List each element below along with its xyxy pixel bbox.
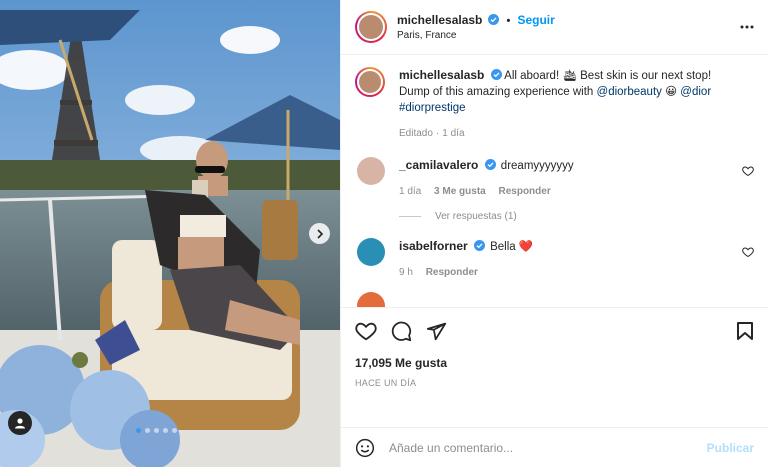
reply-button[interactable]: Responder — [499, 186, 551, 197]
more-horizontal-icon — [740, 25, 754, 29]
comment-time: 1 día — [399, 186, 422, 197]
like-comment-heart-icon[interactable] — [742, 165, 754, 177]
verified-badge-icon — [473, 240, 485, 251]
chevron-right-icon — [316, 228, 323, 239]
comments-list[interactable]: michellesalasb All aboard! 🛳 Best skin i… — [341, 55, 768, 307]
share-paper-plane-icon[interactable] — [426, 321, 447, 342]
comment-body: dreamyyyyyyy — [500, 160, 574, 172]
next-slide-button[interactable] — [309, 223, 330, 244]
likes-count[interactable]: 17,095 Me gusta — [355, 356, 754, 370]
save-bookmark-icon[interactable] — [736, 321, 754, 341]
comment-username[interactable]: _camilavalero — [399, 158, 478, 172]
comment-meta: 1 día 3 Me gusta Responder — [399, 186, 734, 197]
comment-bubble-icon[interactable] — [391, 321, 412, 342]
caption-body-mid: 😀 — [661, 86, 681, 98]
post-actions: 17,095 Me gusta HACE UN DÍA — [341, 307, 768, 427]
red-heart-emoji: ❤️ — [518, 241, 534, 253]
comment-partial — [355, 292, 754, 307]
post-date: HACE UN DÍA — [355, 378, 417, 388]
comment-input[interactable] — [389, 440, 707, 455]
verified-badge-icon — [484, 159, 496, 170]
edited-label: Editado — [399, 128, 433, 139]
user-icon — [15, 418, 25, 429]
carousel-dot-active — [136, 428, 141, 433]
verified-badge-icon — [488, 14, 500, 25]
comment-time: 9 h — [399, 267, 413, 278]
post-details-panel: michellesalasb • Seguir Paris, France mi… — [340, 0, 768, 467]
separator-dot: • — [506, 15, 511, 27]
carousel-dot — [172, 428, 177, 433]
mention-dior[interactable]: @dior — [680, 86, 711, 98]
view-replies-label: Ver respuestas (1) — [435, 211, 517, 222]
comment-avatar[interactable] — [357, 238, 385, 266]
publish-button[interactable]: Publicar — [707, 441, 754, 455]
caption-time: 1 día — [442, 128, 465, 139]
caption-author-avatar[interactable] — [355, 67, 385, 97]
caption-meta: Editado · 1 día — [399, 128, 734, 139]
author-avatar[interactable] — [355, 11, 387, 43]
post-header: michellesalasb • Seguir Paris, France — [341, 0, 768, 55]
like-comment-heart-icon[interactable] — [742, 246, 754, 258]
carousel-indicator — [136, 428, 177, 433]
view-replies-button[interactable]: Ver respuestas (1) — [399, 211, 754, 222]
reply-button[interactable]: Responder — [426, 267, 478, 278]
hashtag-diorprestige[interactable]: #diorprestige — [399, 102, 465, 114]
emoji-picker-icon[interactable] — [355, 438, 375, 458]
post-location[interactable]: Paris, France — [397, 30, 555, 41]
comment-body: Bella — [490, 241, 519, 253]
author-username[interactable]: michellesalasb — [397, 13, 482, 27]
comment-avatar[interactable] — [357, 157, 385, 185]
follow-button[interactable]: Seguir — [517, 13, 554, 27]
carousel-dot — [154, 428, 159, 433]
comment-likes[interactable]: 3 Me gusta — [434, 186, 486, 197]
author-meta: michellesalasb • Seguir Paris, France — [397, 13, 555, 41]
post-image[interactable] — [0, 0, 340, 467]
caption: michellesalasb All aboard! 🛳 Best skin i… — [355, 67, 754, 139]
separator-dot: · — [435, 128, 440, 139]
comment: _camilavalero dreamyyyyyyy 1 día 3 Me gu… — [355, 157, 754, 197]
replies-divider — [399, 216, 421, 217]
add-comment-bar: Publicar — [341, 427, 768, 467]
tagged-users-button[interactable] — [8, 411, 32, 435]
more-options-button[interactable] — [740, 20, 754, 32]
photo-scene — [0, 0, 340, 467]
comment: isabelforner Bella ❤️ 9 h Responder — [355, 238, 754, 278]
carousel-dot — [145, 428, 150, 433]
caption-text: michellesalasb All aboard! 🛳 Best skin i… — [399, 67, 734, 116]
verified-badge-icon — [490, 69, 502, 80]
like-heart-icon[interactable] — [355, 320, 377, 342]
mention-diorbeauty[interactable]: @diorbeauty — [597, 86, 662, 98]
comment-username[interactable]: isabelforner — [399, 239, 468, 253]
caption-username[interactable]: michellesalasb — [399, 68, 484, 82]
comment-meta: 9 h Responder — [399, 267, 734, 278]
action-icons — [355, 320, 754, 342]
post-modal: michellesalasb • Seguir Paris, France mi… — [0, 0, 768, 467]
comment-text: isabelforner Bella ❤️ — [399, 238, 734, 255]
comment-avatar[interactable] — [357, 292, 385, 307]
comment-text: _camilavalero dreamyyyyyyy — [399, 157, 734, 174]
carousel-dot — [163, 428, 168, 433]
